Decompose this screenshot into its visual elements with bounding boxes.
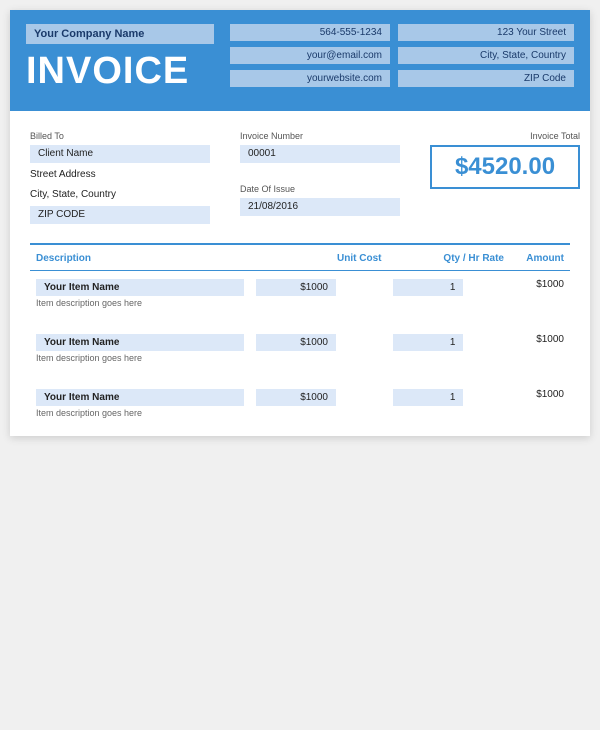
table-row: Your Item Name Item description goes her… <box>30 381 570 426</box>
item-cost-cell: $1000 <box>250 381 387 426</box>
invoice-body: Billed To Client Name Street Address Cit… <box>10 111 590 436</box>
col-qty-hr-rate: Qty / Hr Rate <box>387 245 510 271</box>
zip-code: ZIP CODE <box>30 206 210 224</box>
invoice-total-amount: $4520.00 <box>430 145 580 189</box>
item-qty-cell: 1 <box>387 381 510 426</box>
invoice-total-label: Invoice Total <box>430 131 580 141</box>
address-line1: 123 Your Street <box>398 24 574 41</box>
client-name: Client Name <box>30 145 210 163</box>
item-unit-cost: $1000 <box>256 334 336 351</box>
items-table: Description Unit Cost Qty / Hr Rate Amou… <box>30 245 570 426</box>
item-qty: 1 <box>393 279 463 296</box>
item-name: Your Item Name <box>36 389 244 406</box>
address-line3: ZIP Code <box>398 70 574 87</box>
invoice-title: INVOICE <box>26 50 214 101</box>
email-address: your@email.com <box>230 47 390 64</box>
item-qty: 1 <box>393 389 463 406</box>
invoice-header: Your Company Name INVOICE 564-555-1234 y… <box>10 10 590 111</box>
col-amount: Amount <box>510 245 570 271</box>
item-name: Your Item Name <box>36 334 244 351</box>
invoice-number-label: Invoice Number <box>240 131 400 141</box>
item-description: Item description goes here <box>36 353 244 369</box>
header-right: 123 Your Street City, State, Country ZIP… <box>390 10 590 111</box>
street-address: Street Address <box>30 166 210 183</box>
billed-to-section: Billed To Client Name Street Address Cit… <box>30 131 210 227</box>
item-unit-cost: $1000 <box>256 279 336 296</box>
table-row: Your Item Name Item description goes her… <box>30 326 570 371</box>
header-left: Your Company Name INVOICE <box>10 10 230 111</box>
company-name: Your Company Name <box>26 24 214 44</box>
item-qty: 1 <box>393 334 463 351</box>
item-qty-cell: 1 <box>387 271 510 317</box>
col-unit-cost: Unit Cost <box>250 245 387 271</box>
header-middle: 564-555-1234 your@email.com yourwebsite.… <box>230 10 390 111</box>
item-description: Item description goes here <box>36 298 244 314</box>
date-of-issue-label: Date Of Issue <box>240 184 400 194</box>
table-row: Your Item Name Item description goes her… <box>30 271 570 317</box>
date-of-issue: 21/08/2016 <box>240 198 400 216</box>
item-description-cell: Your Item Name Item description goes her… <box>30 326 250 371</box>
billed-section: Billed To Client Name Street Address Cit… <box>30 131 570 227</box>
item-qty-cell: 1 <box>387 326 510 371</box>
item-cost-cell: $1000 <box>250 271 387 317</box>
item-amount: $1000 <box>510 271 570 317</box>
billed-to-label: Billed To <box>30 131 210 141</box>
address-line2: City, State, Country <box>398 47 574 64</box>
row-spacer <box>30 316 570 326</box>
col-description: Description <box>30 245 250 271</box>
row-spacer <box>30 371 570 381</box>
item-cost-cell: $1000 <box>250 326 387 371</box>
invoice-number: 00001 <box>240 145 400 163</box>
item-description-cell: Your Item Name Item description goes her… <box>30 271 250 317</box>
table-header-row: Description Unit Cost Qty / Hr Rate Amou… <box>30 245 570 271</box>
item-amount: $1000 <box>510 381 570 426</box>
item-unit-cost: $1000 <box>256 389 336 406</box>
website: yourwebsite.com <box>230 70 390 87</box>
item-amount: $1000 <box>510 326 570 371</box>
item-description-cell: Your Item Name Item description goes her… <box>30 381 250 426</box>
invoice-total-section: Invoice Total $4520.00 <box>430 131 580 227</box>
invoice-info-section: Invoice Number 00001 Date Of Issue 21/08… <box>240 131 400 227</box>
item-description: Item description goes here <box>36 408 244 424</box>
city-state: City, State, Country <box>30 186 210 203</box>
invoice-document: Your Company Name INVOICE 564-555-1234 y… <box>10 10 590 436</box>
phone-number: 564-555-1234 <box>230 24 390 41</box>
item-name: Your Item Name <box>36 279 244 296</box>
